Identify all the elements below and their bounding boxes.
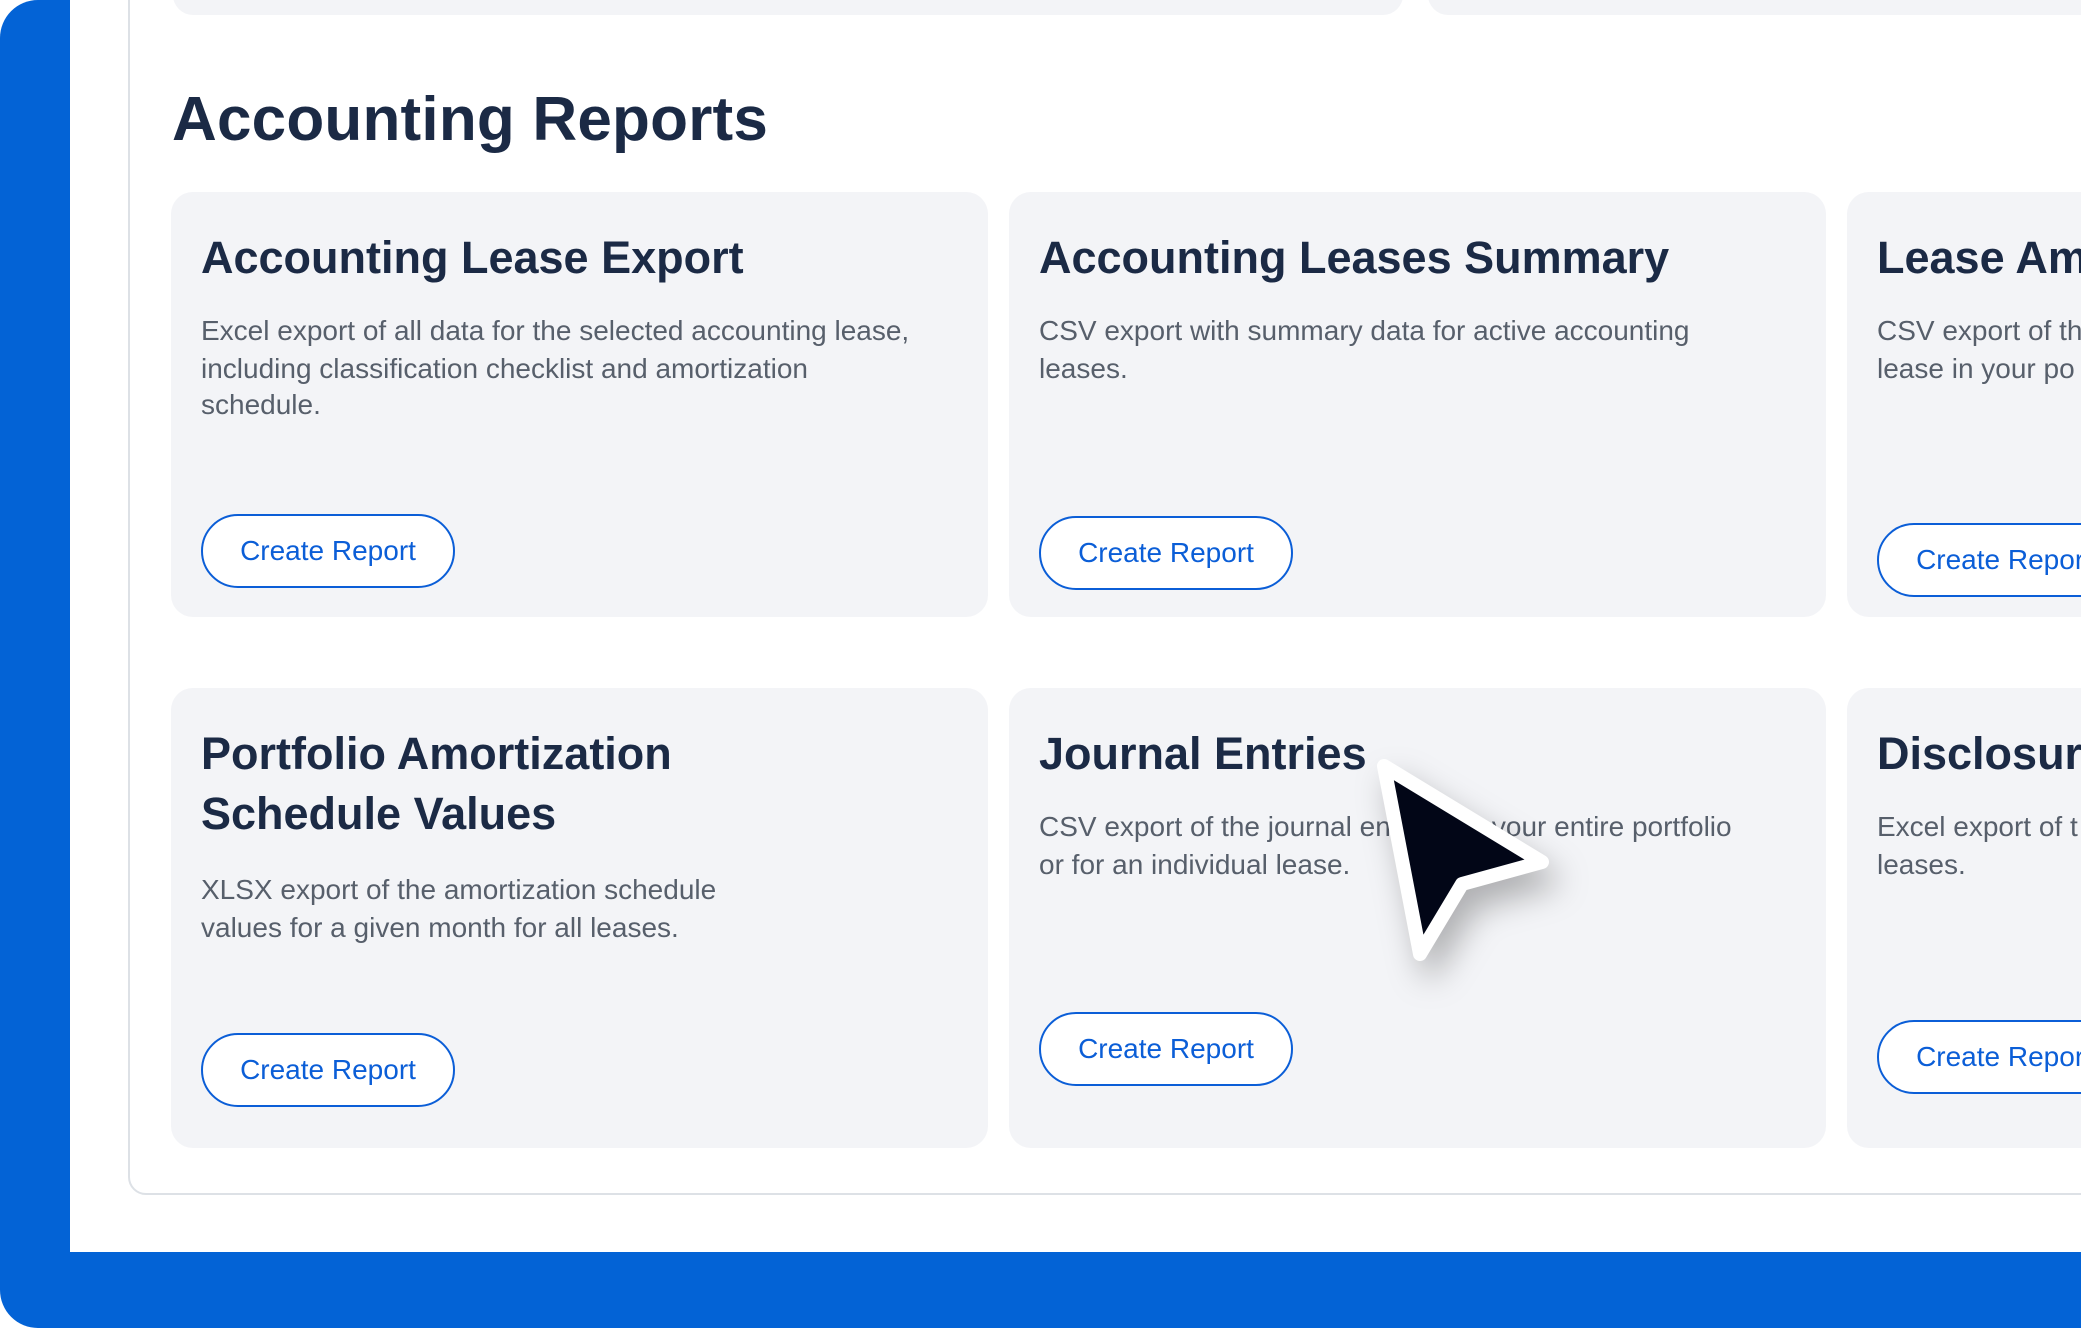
report-card-accounting-lease-export: Accounting Lease Export Excel export of … — [171, 192, 988, 617]
card-title: Disclosure — [1877, 728, 2081, 779]
create-report-button[interactable]: Create Report — [201, 1033, 455, 1107]
card-description: Excel export of all data for the selecte… — [201, 315, 910, 346]
report-card-accounting-leases-summary: Accounting Leases Summary CSV export wit… — [1009, 192, 1826, 617]
card-description: XLSX export of the amortization schedule — [201, 874, 717, 905]
card-title: Journal Entries — [1039, 728, 1367, 779]
card-title: Accounting Lease Export — [201, 232, 744, 283]
card-description: CSV export of th — [1877, 315, 2081, 346]
create-report-button[interactable]: Create Report — [1039, 1012, 1293, 1086]
card-title: Portfolio Amortization — [201, 728, 672, 779]
card-description: lease in your po — [1877, 353, 2075, 384]
create-report-button[interactable]: Create Report — [201, 514, 455, 588]
card-title: Accounting Leases Summary — [1039, 232, 1670, 283]
card-description: values for a given month for all leases. — [201, 912, 679, 943]
card-description: Excel export of t — [1877, 811, 2078, 842]
card-title: Lease Am — [1877, 232, 2081, 283]
create-report-button[interactable]: Create Report — [1877, 523, 2081, 597]
create-report-button[interactable]: Create Report — [1877, 1020, 2081, 1094]
previous-card-edge — [1428, 0, 2081, 15]
card-description: including classification checklist and a… — [201, 353, 808, 384]
previous-card-edge — [173, 0, 1403, 15]
report-card-disclosure: Disclosure Excel export of t leases. Cre… — [1847, 688, 2081, 1148]
card-description: leases. — [1039, 353, 1128, 384]
section-title: Accounting Reports — [172, 85, 769, 154]
app-window: Accounting Reports Accounting Lease Expo… — [0, 0, 2081, 1328]
report-card-portfolio-amortization-schedule-values: Portfolio Amortization Schedule Values X… — [171, 688, 988, 1148]
card-description: CSV export with summary data for active … — [1039, 315, 1690, 346]
report-card-lease-amortization: Lease Am CSV export of th lease in your … — [1847, 192, 2081, 617]
card-description: leases. — [1877, 849, 1966, 880]
card-title: Schedule Values — [201, 788, 557, 839]
create-report-button[interactable]: Create Report — [1039, 516, 1293, 590]
card-description: or for an individual lease. — [1039, 849, 1351, 880]
mouse-pointer-icon — [1377, 759, 1549, 961]
card-description: schedule. — [201, 389, 321, 420]
